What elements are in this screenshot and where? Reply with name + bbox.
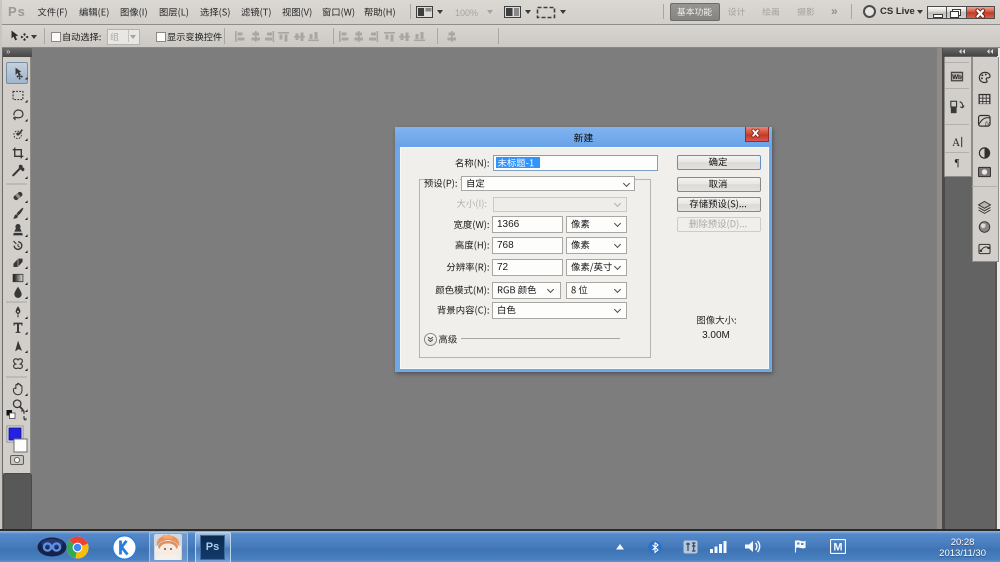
svg-text:M: M	[833, 542, 842, 554]
svg-text:A: A	[952, 137, 960, 149]
svg-text:fx: fx	[985, 121, 990, 128]
svg-text:Wb: Wb	[952, 74, 962, 81]
svg-text:¶: ¶	[955, 158, 960, 169]
